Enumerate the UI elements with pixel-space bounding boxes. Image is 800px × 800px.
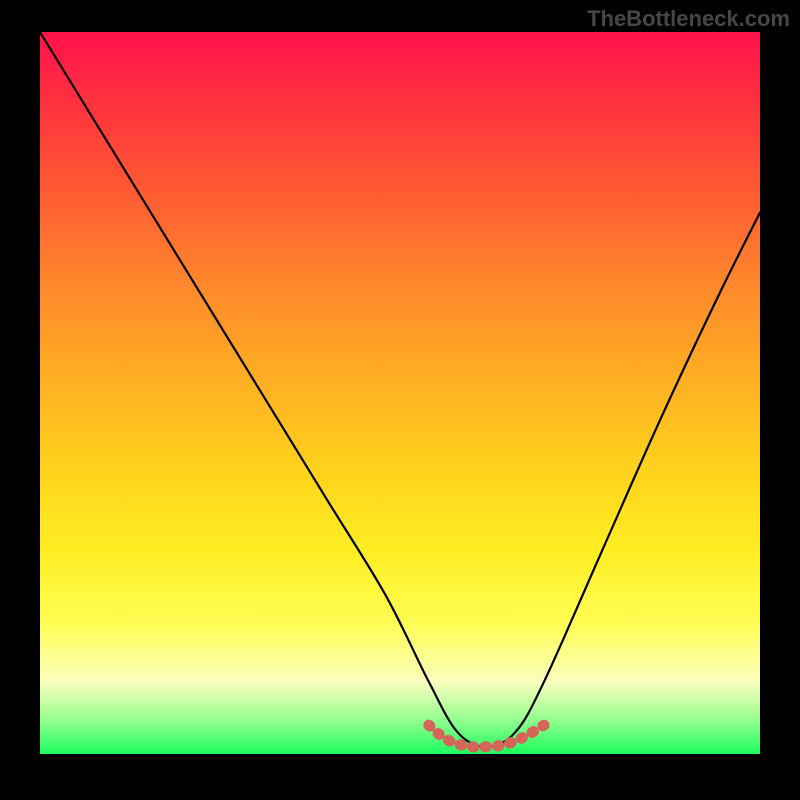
optimal-range-marker — [429, 725, 544, 747]
chart-container: TheBottleneck.com — [0, 0, 800, 800]
plot-area — [40, 32, 760, 754]
bottleneck-curve — [40, 32, 760, 747]
chart-svg — [40, 32, 760, 754]
watermark-text: TheBottleneck.com — [587, 6, 790, 32]
